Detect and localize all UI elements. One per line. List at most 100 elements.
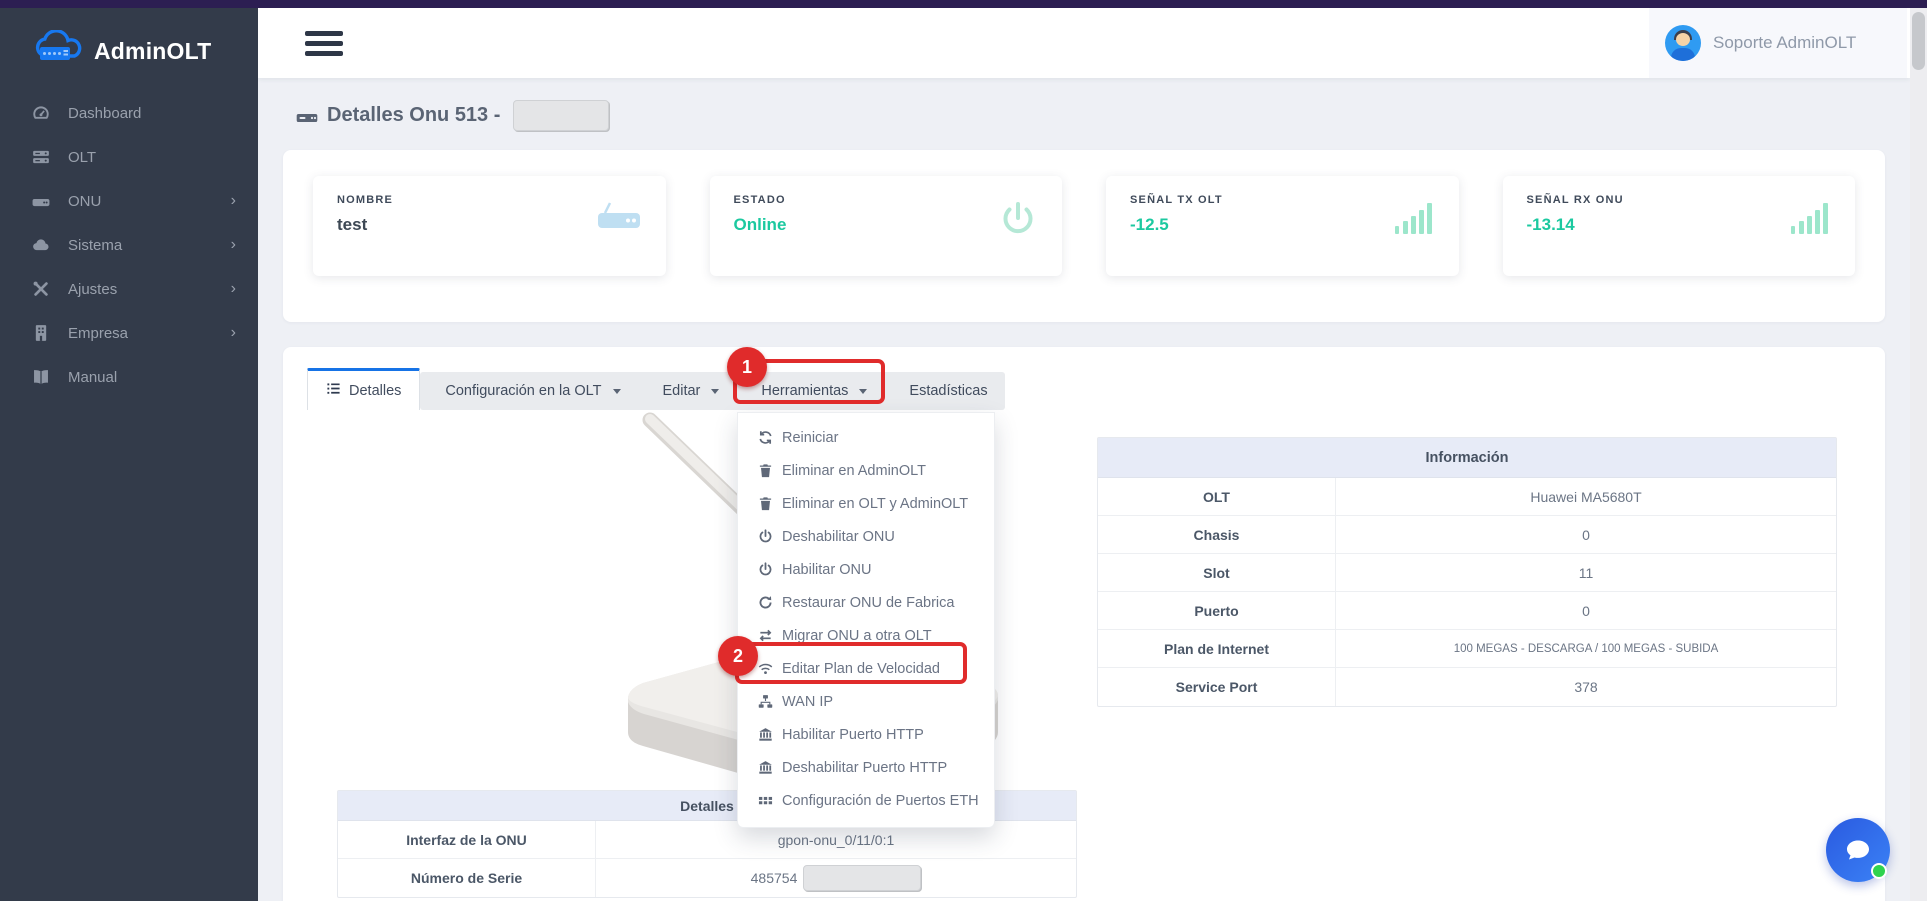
router-icon (596, 194, 642, 258)
table-row: Plan de Internet 100 MEGAS - DESCARGA / … (1098, 630, 1836, 668)
menu-item-deshabilitar-http[interactable]: Deshabilitar Puerto HTTP (738, 751, 994, 784)
caret-down-icon (613, 389, 621, 394)
signal-bars-icon (1393, 194, 1435, 258)
tab-detalles[interactable]: Detalles (307, 368, 420, 410)
annotation-step-2-badge: 2 (718, 636, 758, 676)
book-icon (32, 368, 52, 386)
restore-icon (758, 595, 773, 610)
list-icon (326, 381, 341, 400)
olt-icon (32, 148, 52, 166)
brand-cloud-logo-icon (32, 30, 84, 73)
user-menu[interactable]: Soporte AdminOLT (1649, 8, 1907, 78)
trash-icon (758, 463, 773, 478)
sitemap-icon (758, 694, 773, 709)
tab-label: Estadísticas (909, 383, 987, 399)
stat-label: SEÑAL RX ONU (1527, 194, 1624, 206)
building-icon (32, 324, 52, 342)
trash-icon (758, 496, 773, 511)
tab-label: Detalles (349, 383, 401, 399)
refresh-icon (758, 430, 773, 445)
bank-icon (758, 727, 773, 742)
chat-widget-button[interactable] (1826, 818, 1890, 882)
table-row: Service Port 378 (1098, 668, 1836, 706)
annotation-step-1-badge: 1 (727, 347, 767, 387)
menu-item-deshabilitar-onu[interactable]: Deshabilitar ONU (738, 520, 994, 553)
sidebar-item-label: Ajustes (68, 281, 117, 298)
caret-down-icon (711, 389, 719, 394)
menu-item-config-puertos-eth[interactable]: Configuración de Puertos ETH (738, 784, 994, 817)
menu-item-migrar-onu[interactable]: Migrar ONU a otra OLT (738, 619, 994, 652)
sidebar-item-manual[interactable]: Manual (0, 355, 258, 399)
table-row: Chasis 0 (1098, 516, 1836, 554)
sidebar: AdminOLT Dashboard OLT ONU › Siste (0, 8, 258, 901)
menu-item-reiniciar[interactable]: Reiniciar (738, 421, 994, 454)
menu-item-eliminar-olt-adminolt[interactable]: Eliminar en OLT y AdminOLT (738, 487, 994, 520)
adminolt-app: AdminOLT Dashboard OLT ONU › Siste (0, 0, 1927, 901)
bank-icon (758, 760, 773, 775)
signal-bars-icon (1789, 194, 1831, 258)
chevron-right-icon: › (231, 280, 236, 298)
stat-cards-panel: NOMBRE test ESTADO Online SEÑAL TX OLT (283, 150, 1885, 322)
stat-label: ESTADO (734, 194, 787, 206)
stat-label: SEÑAL TX OLT (1130, 194, 1223, 206)
sidebar-item-sistema[interactable]: Sistema › (0, 223, 258, 267)
sidebar-item-onu[interactable]: ONU › (0, 179, 258, 223)
scrollbar-thumb[interactable] (1912, 12, 1925, 70)
table-row: Número de Serie 485754 (338, 859, 1076, 897)
grid-icon (758, 793, 773, 808)
menu-item-editar-plan-velocidad[interactable]: Editar Plan de Velocidad (738, 652, 994, 685)
user-name: Soporte AdminOLT (1713, 33, 1856, 53)
informacion-table-title: Información (1098, 438, 1836, 478)
stat-value-online: Online (734, 215, 787, 235)
stat-card-senal-tx: SEÑAL TX OLT -12.5 (1106, 176, 1459, 276)
power-icon (758, 562, 773, 577)
menu-item-eliminar-adminolt[interactable]: Eliminar en AdminOLT (738, 454, 994, 487)
informacion-table: Información OLT Huawei MA5680T Chasis 0 … (1097, 437, 1837, 707)
menu-item-restaurar-fabrica[interactable]: Restaurar ONU de Fabrica (738, 586, 994, 619)
table-row: Slot 11 (1098, 554, 1836, 592)
tab-label: Configuración en la OLT (445, 383, 601, 399)
stat-card-nombre: NOMBRE test (313, 176, 666, 276)
caret-down-icon (859, 389, 867, 394)
browser-theme-strip (0, 0, 1927, 8)
page-title: Detalles Onu 513 - (327, 104, 500, 127)
sidebar-item-label: ONU (68, 193, 101, 210)
sidebar-item-label: Manual (68, 369, 117, 386)
stat-value: test (337, 215, 393, 235)
chevron-right-icon: › (231, 192, 236, 210)
herramientas-dropdown-menu: Reiniciar Eliminar en AdminOLT Eliminar … (737, 412, 995, 828)
detail-panel: Detalles Configuración en la OLT Editar … (283, 347, 1885, 901)
topbar: Soporte AdminOLT (258, 8, 1910, 78)
redacted-serial-suffix (803, 865, 921, 891)
cloud-icon (32, 236, 52, 254)
wifi-icon (758, 661, 773, 676)
hamburger-menu-icon[interactable] (305, 31, 343, 61)
redacted-onu-name (513, 100, 609, 131)
stat-value-tx: -12.5 (1130, 215, 1223, 235)
brand[interactable]: AdminOLT (0, 8, 258, 91)
chevron-right-icon: › (231, 324, 236, 342)
sidebar-item-label: Empresa (68, 325, 128, 342)
menu-item-habilitar-http[interactable]: Habilitar Puerto HTTP (738, 718, 994, 751)
sidebar-item-label: Sistema (68, 237, 122, 254)
serial-number: 485754 (751, 870, 798, 886)
chevron-right-icon: › (231, 236, 236, 254)
dashboard-icon (32, 104, 52, 122)
vertical-scrollbar[interactable] (1910, 8, 1927, 901)
avatar (1665, 25, 1701, 61)
onu-device-icon (296, 107, 318, 125)
sidebar-item-ajustes[interactable]: Ajustes › (0, 267, 258, 311)
onu-icon (32, 192, 52, 210)
menu-item-wan-ip[interactable]: WAN IP (738, 685, 994, 718)
sidebar-item-label: Dashboard (68, 105, 141, 122)
menu-item-habilitar-onu[interactable]: Habilitar ONU (738, 553, 994, 586)
online-status-dot (1871, 863, 1887, 879)
sidebar-item-label: OLT (68, 149, 96, 166)
power-icon (998, 194, 1038, 258)
table-row: Puerto 0 (1098, 592, 1836, 630)
chat-bubble-icon (1843, 835, 1873, 865)
sidebar-item-dashboard[interactable]: Dashboard (0, 91, 258, 135)
sidebar-item-empresa[interactable]: Empresa › (0, 311, 258, 355)
stat-card-senal-rx: SEÑAL RX ONU -13.14 (1503, 176, 1856, 276)
sidebar-item-olt[interactable]: OLT (0, 135, 258, 179)
